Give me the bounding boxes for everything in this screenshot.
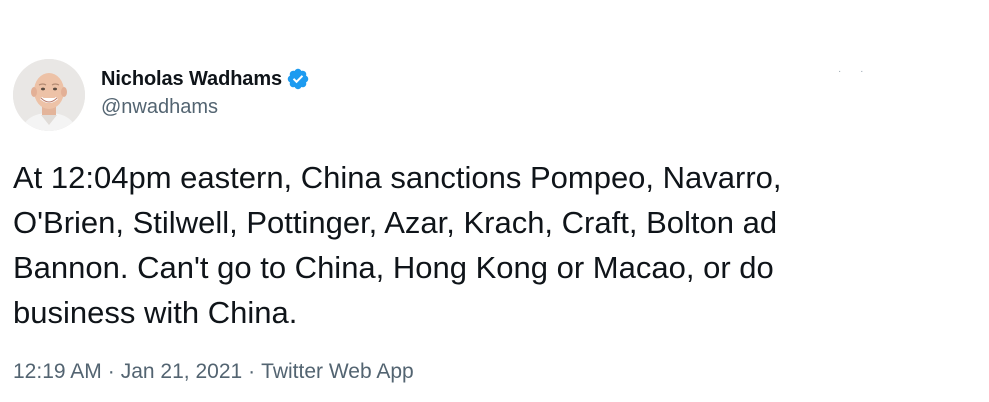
tweet-card: Nicholas Wadhams @nwadhams · · At 12:04p… <box>0 0 989 402</box>
tweet-meta: 12:19 AM · Jan 21, 2021 · Twitter Web App <box>13 360 414 384</box>
avatar-image <box>13 59 85 131</box>
avatar[interactable] <box>13 59 85 131</box>
author-name-row: Nicholas Wadhams <box>101 66 310 92</box>
tweet-text: At 12:04pm eastern, China sanctions Pomp… <box>13 160 782 330</box>
more-options-icon[interactable]: · · <box>838 66 871 77</box>
meta-separator: · <box>107 360 115 383</box>
verified-badge-icon <box>286 67 310 91</box>
tweet-time[interactable]: 12:19 AM <box>13 360 102 383</box>
meta-separator: · <box>248 360 256 383</box>
tweet-source[interactable]: Twitter Web App <box>261 360 414 383</box>
tweet-date[interactable]: Jan 21, 2021 <box>121 360 242 383</box>
author-display-name[interactable]: Nicholas Wadhams <box>101 68 282 91</box>
author-handle[interactable]: @nwadhams <box>101 96 218 119</box>
